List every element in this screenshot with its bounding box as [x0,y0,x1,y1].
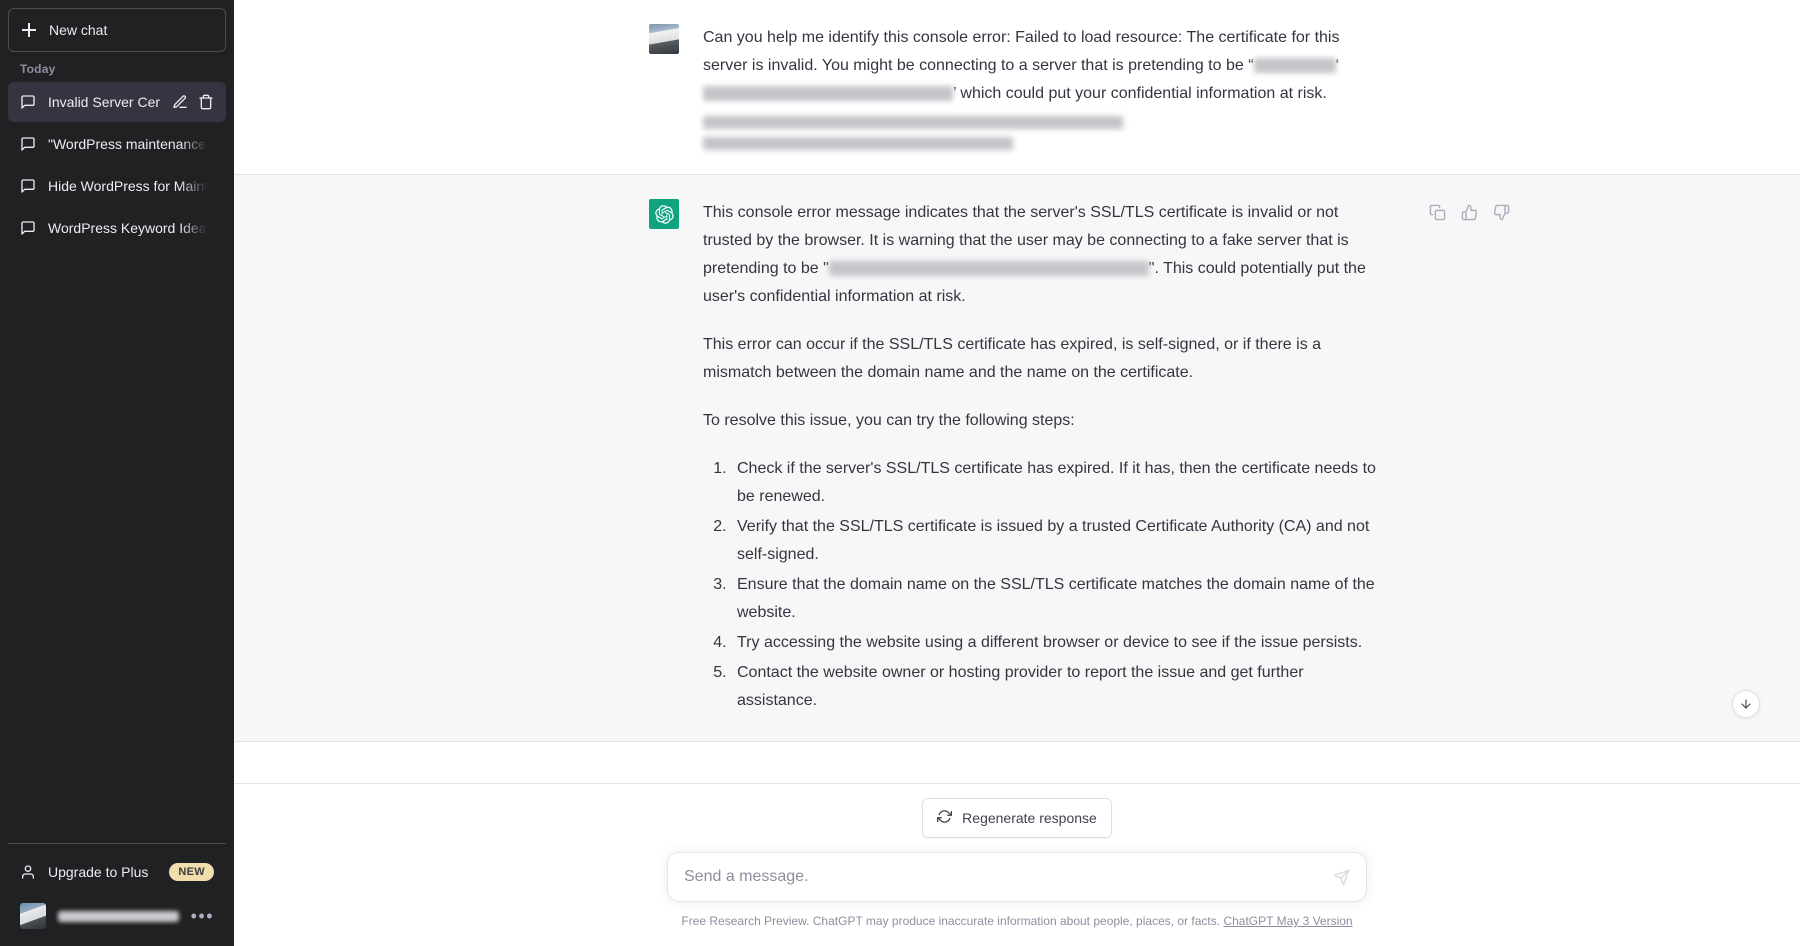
avatar [20,903,46,929]
chatgpt-logo-icon [649,199,679,229]
assistant-paragraph-2: This error can occur if the SSL/TLS cert… [703,336,1322,381]
footer-disclaimer: Free Research Preview. ChatGPT may produ… [234,902,1800,938]
list-item: Contact the website owner or hosting pro… [731,659,1385,715]
new-chat-button[interactable]: New chat [8,8,226,52]
redacted-url-line-2 [703,137,1013,150]
sidebar-chat-title-0: Invalid Server Certificat [48,94,160,110]
edit-pencil-icon[interactable] [172,94,188,110]
regenerate-row: Regenerate response [234,798,1800,838]
delete-trash-icon[interactable] [198,94,214,110]
user-message: Can you help me identify this console er… [234,0,1800,174]
account-menu-button[interactable]: ••• [8,894,226,938]
list-item: Try accessing the website using a differ… [731,629,1385,657]
new-chat-label: New chat [49,22,108,38]
user-message-content: Can you help me identify this console er… [703,24,1385,150]
user-message-inner: Can you help me identify this console er… [637,24,1397,150]
version-link[interactable]: ChatGPT May 3 Version [1223,914,1352,928]
main-panel: Can you help me identify this console er… [234,0,1800,946]
regenerate-label: Regenerate response [962,810,1097,826]
sidebar-chat-item-2[interactable]: Hide WordPress for Maintenan [8,166,226,206]
sidebar-chat-title-3: WordPress Keyword Ideas. [48,220,214,236]
assistant-paragraph-1: This console error message indicates tha… [703,199,1385,311]
list-item: Ensure that the domain name on the SSL/T… [731,571,1385,627]
chat-bubble-icon [20,178,36,194]
redacted-domain-3 [828,261,1149,277]
chat-bubble-icon [20,94,36,110]
assistant-paragraph-3: To resolve this issue, you can try the f… [703,412,1075,429]
sidebar-chat-item-0[interactable]: Invalid Server Certificat [8,82,226,122]
user-text-part-1: Can you help me identify this console er… [703,29,1340,74]
copy-icon[interactable] [1426,201,1448,223]
upgrade-label: Upgrade to Plus [48,864,149,880]
thumbs-down-icon[interactable] [1490,201,1512,223]
more-options-icon[interactable]: ••• [191,907,214,925]
sidebar-chat-title-2: Hide WordPress for Maintenan [48,178,214,194]
person-icon [20,864,36,880]
regenerate-response-button[interactable]: Regenerate response [922,798,1112,838]
user-message-text: Can you help me identify this console er… [703,24,1385,150]
sidebar-footer: Upgrade to Plus NEW ••• [8,843,226,938]
user-text-part-2: ’ which could put your confidential info… [953,85,1327,102]
chat-item-actions [172,94,214,110]
message-input-container[interactable] [667,852,1367,902]
assistant-message: This console error message indicates tha… [234,174,1800,742]
chat-bubble-icon [20,136,36,152]
redacted-domain-2 [703,86,953,102]
composer: Regenerate response Free Research Previe… [234,783,1800,946]
list-item: Verify that the SSL/TLS certificate is i… [731,513,1385,569]
chatgpt-app: New chat Today Invalid Server Certificat [0,0,1800,946]
plus-icon [21,22,37,38]
chat-bubble-icon [20,220,36,236]
send-icon[interactable] [1328,864,1354,890]
assistant-message-inner: This console error message indicates tha… [637,199,1509,717]
account-name-redacted [58,910,179,922]
message-action-buttons [1426,201,1512,223]
resolution-steps-list: Check if the server's SSL/TLS certificat… [703,455,1385,715]
refresh-icon [937,809,953,827]
chat-section-label: Today [20,62,56,76]
redacted-url-line-1 [703,116,1123,129]
disclaimer-text: Free Research Preview. ChatGPT may produ… [681,914,1221,928]
sidebar: New chat Today Invalid Server Certificat [0,0,234,946]
sidebar-chat-title-1: "WordPress maintenance plugi [48,136,214,152]
list-item: Check if the server's SSL/TLS certificat… [731,455,1385,511]
search-input[interactable] [668,868,1366,886]
upgrade-to-plus-button[interactable]: Upgrade to Plus NEW [8,850,226,894]
input-row [234,852,1800,902]
redacted-domain-1 [1253,58,1336,74]
thumbs-up-icon[interactable] [1458,201,1480,223]
user-avatar [649,24,679,54]
chat-history-list: Invalid Server Certificat "WordPress mai… [8,82,226,843]
assistant-message-content: This console error message indicates tha… [703,199,1385,717]
sidebar-chat-item-1[interactable]: "WordPress maintenance plugi [8,124,226,164]
conversation-thread: Can you help me identify this console er… [234,0,1800,783]
sidebar-chat-item-3[interactable]: WordPress Keyword Ideas. [8,208,226,248]
scroll-to-bottom-button[interactable] [1732,690,1760,718]
new-badge: NEW [169,863,214,881]
